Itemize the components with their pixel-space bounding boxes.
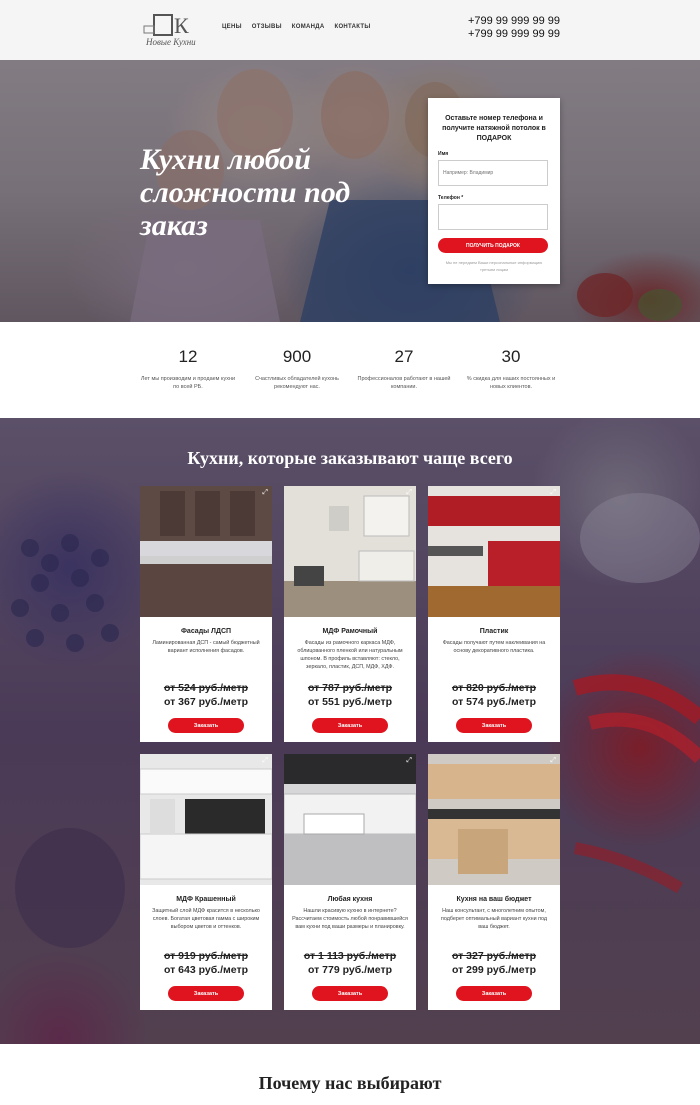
kitchen-photo[interactable] (428, 486, 560, 617)
zoom-icon[interactable]: ⤢ (406, 489, 412, 497)
get-gift-button[interactable]: получить подарок (438, 238, 548, 253)
popular-kitchens-section: Кухни, которые заказывают чаще всего ⤢ Ф… (0, 418, 700, 1044)
stat-item: 30 % скидка для наших постоянных и новых… (463, 347, 559, 391)
header: К Новые Кухни ЦЕНЫ ОТЗЫВЫ КОМАНДА КОНТАК… (0, 0, 700, 60)
zoom-icon[interactable]: ⤢ (406, 757, 412, 765)
stat-value: 12 (178, 347, 198, 366)
order-button[interactable]: Заказать (168, 986, 244, 1001)
kitchen-card: ⤢ МДФ Рамочный Фасады из рамочного карка… (284, 486, 416, 742)
zoom-icon[interactable]: ⤢ (550, 489, 556, 497)
kitchen-name: МДФ Рамочный (322, 628, 378, 635)
company-logo[interactable]: К Новые Кухни (140, 12, 208, 50)
phone-1[interactable]: +799 99 999 99 99 (468, 15, 560, 28)
stat-item: 27 Профессионалов работают в нашей компа… (356, 347, 452, 391)
old-price: от 524 руб./метр (163, 682, 249, 694)
svg-text:Новые Кухни: Новые Кухни (145, 37, 196, 47)
why-us-title: Почему нас выбирают (258, 1073, 442, 1093)
order-button[interactable]: Заказать (168, 718, 244, 733)
kitchen-desc: Наш консультант, с многолетним опытом, п… (440, 908, 548, 930)
kitchen-card: ⤢ Пластик Фасады получают путем наклеива… (428, 486, 560, 742)
kitchen-name: Кухня на ваш бюджет (456, 896, 532, 903)
zoom-icon[interactable]: ⤢ (262, 757, 268, 765)
phone-label: Телефон * (438, 195, 464, 201)
nav-reviews[interactable]: ОТЗЫВЫ (252, 24, 282, 30)
old-price: от 919 руб./метр (163, 950, 249, 962)
zoom-icon[interactable]: ⤢ (550, 757, 556, 765)
order-button[interactable]: Заказать (456, 986, 532, 1001)
name-label: Имя (438, 151, 449, 157)
stat-text: Счастливых обладателей кухонь рекомендую… (255, 376, 339, 390)
zoom-icon[interactable]: ⤢ (262, 489, 268, 497)
old-price: от 327 руб./метр (451, 950, 537, 962)
kitchen-photo[interactable] (284, 754, 416, 885)
stat-text: % скидка для наших постоянных и новых кл… (466, 376, 556, 390)
new-price: от 551 руб./метр (307, 696, 393, 708)
stat-text: Лет мы производим и продаем кухни по все… (140, 376, 236, 390)
new-price: от 574 руб./метр (451, 696, 537, 708)
hero-banner: Кухни любой сложности под заказ (0, 60, 700, 322)
stat-item: 900 Счастливых обладателей кухонь рекоме… (249, 347, 345, 391)
old-price: от 1 113 руб./метр (303, 950, 397, 962)
kitchen-card: ⤢ Любая кухня Нашли красивую кухню в инт… (284, 754, 416, 1010)
order-button[interactable]: Заказать (312, 986, 388, 1001)
kitchen-desc: Нашли красивую кухню в интернете? Рассчи… (292, 908, 408, 930)
new-price: от 367 руб./метр (163, 696, 249, 708)
order-button[interactable]: Заказать (456, 718, 532, 733)
svg-text:К: К (174, 13, 189, 38)
stat-item: 12 Лет мы производим и продаем кухни по … (140, 347, 236, 391)
old-price: от 787 руб./метр (307, 682, 393, 694)
nav-team[interactable]: КОМАНДА (292, 24, 325, 30)
privacy-note: Мы не передаем Ваши персональные информа… (445, 260, 543, 272)
kitchen-desc: Фасады получают путем наклеивания на осн… (442, 640, 546, 654)
kitchen-photo[interactable] (428, 754, 560, 885)
main-nav: ЦЕНЫ ОТЗЫВЫ КОМАНДА КОНТАКТЫ (222, 24, 371, 30)
why-us-section: Почему нас выбирают (0, 1044, 700, 1105)
new-price: от 299 руб./метр (451, 964, 537, 976)
form-title: Оставьте номер телефона и получите натяж… (442, 115, 546, 142)
stat-value: 27 (394, 347, 414, 366)
name-input[interactable] (438, 160, 548, 186)
kitchen-card: ⤢ Кухня на ваш бюджет Наш консультант, с… (428, 754, 560, 1010)
kitchens-title: Кухни, которые заказывают чаще всего (187, 448, 513, 468)
kitchen-desc: Защитный слой МДФ красится в несколько с… (152, 908, 260, 930)
hero-title: Кухни любой сложности под заказ (140, 143, 351, 242)
new-price: от 779 руб./метр (307, 964, 393, 976)
stat-value: 30 (501, 347, 521, 366)
kitchen-photo[interactable] (140, 486, 272, 617)
nav-prices[interactable]: ЦЕНЫ (222, 24, 242, 30)
kitchen-desc: Фасады из рамочного каркаса МДФ, облицов… (297, 640, 403, 670)
order-button[interactable]: Заказать (312, 718, 388, 733)
new-price: от 643 руб./метр (163, 964, 249, 976)
kitchen-name: Любая кухня (327, 896, 373, 903)
phone-input[interactable] (438, 204, 548, 230)
kitchen-name: МДФ Крашенный (176, 896, 236, 903)
kitchen-photo[interactable] (140, 754, 272, 885)
old-price: от 820 руб./метр (451, 682, 537, 694)
stat-text: Профессионалов работают в нашей компании… (357, 376, 451, 390)
kitchen-desc: Ламинированная ДСП - самый бюджетный вар… (152, 640, 260, 654)
phone-numbers: +799 99 999 99 99 +799 99 999 99 99 (468, 15, 560, 41)
kitchen-card: ⤢ Фасады ЛДСП Ламинированная ДСП - самый… (140, 486, 272, 742)
nav-contacts[interactable]: КОНТАКТЫ (334, 24, 370, 30)
gift-form: Оставьте номер телефона и получите натяж… (428, 98, 560, 284)
kitchen-card: ⤢ МДФ Крашенный Защитный слой МДФ красит… (140, 754, 272, 1010)
stat-value: 900 (282, 347, 312, 366)
kitchen-photo[interactable] (284, 486, 416, 617)
kitchen-name: Фасады ЛДСП (180, 628, 232, 635)
phone-2[interactable]: +799 99 999 99 99 (468, 28, 560, 41)
stats-section: 12 Лет мы производим и продаем кухни по … (0, 322, 700, 418)
kitchen-name: Пластик (479, 628, 509, 635)
